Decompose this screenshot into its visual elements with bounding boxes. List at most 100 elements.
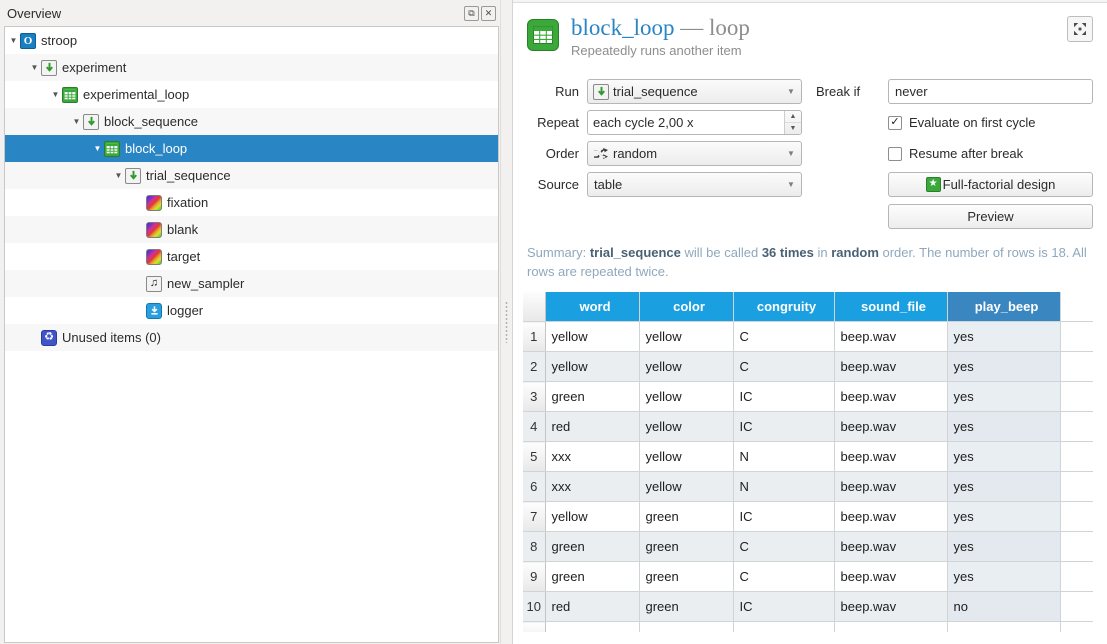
tree-item-new-sampler[interactable]: ♫ new_sampler — [5, 270, 498, 297]
table-row-number[interactable]: 7 — [523, 501, 546, 533]
table-cell-congruity[interactable]: IC — [733, 411, 835, 443]
table-cell-empty[interactable] — [1060, 441, 1093, 473]
table-cell-sound_file[interactable]: beep.wav — [834, 531, 948, 563]
tree-item-logger[interactable]: logger — [5, 297, 498, 324]
table-cell-empty[interactable] — [639, 621, 734, 632]
table-cell-empty[interactable] — [947, 621, 1061, 632]
evaluate-first-cycle-checkbox[interactable]: ✓ — [888, 115, 902, 130]
table-row[interactable]: 6 xxx yellow Nbeep.wav yes — [523, 471, 1093, 503]
table-row[interactable]: 8 green green Cbeep.wav yes — [523, 531, 1093, 563]
table-cell-color[interactable]: yellow — [639, 321, 734, 353]
tree-item-stroop[interactable]: ▼ Ostroop — [5, 27, 498, 54]
table-cell-word[interactable]: xxx — [545, 441, 640, 473]
table-cell-word[interactable]: yellow — [545, 351, 640, 383]
table-cell-sound_file[interactable]: beep.wav — [834, 501, 948, 533]
table-cell-sound_file[interactable]: beep.wav — [834, 591, 948, 623]
table-cell-congruity[interactable]: C — [733, 351, 835, 383]
table-row-number[interactable]: 1 — [523, 321, 546, 353]
table-cell-color[interactable]: green — [639, 561, 734, 593]
stepper-down-icon[interactable]: ▼ — [785, 123, 801, 134]
table-row-number[interactable]: 9 — [523, 561, 546, 593]
overview-tree[interactable]: ▼ Ostroop ▼ experiment ▼ experimental_loop ▼ bl… — [4, 26, 499, 643]
table-header-play_beep[interactable]: play_beep — [947, 291, 1061, 323]
table-row-number[interactable]: 8 — [523, 531, 546, 563]
chevron-down-icon[interactable]: ▼ — [28, 63, 41, 72]
table-row[interactable]: 7 yellow green IC beep.wav yes — [523, 501, 1093, 533]
table-header-congruity[interactable]: congruity — [733, 291, 835, 323]
order-combobox[interactable]: random ▼ — [587, 141, 802, 167]
table-corner-cell[interactable] — [523, 291, 546, 323]
panel-splitter[interactable] — [500, 0, 512, 644]
table-cell-sound_file[interactable]: beep.wav — [834, 321, 948, 353]
resume-after-break-row[interactable]: Resume after break — [816, 138, 1093, 169]
table-header-color[interactable]: color — [639, 291, 734, 323]
table-cell-empty[interactable] — [1060, 471, 1093, 503]
table-cell-empty[interactable] — [733, 621, 835, 632]
table-header-word[interactable]: word — [545, 291, 640, 323]
repeat-stepper[interactable]: each cycle 2,00 x ▲ ▼ — [587, 110, 802, 136]
repeat-stepper-arrows[interactable]: ▲ ▼ — [784, 111, 801, 135]
table-cell-color[interactable]: yellow — [639, 411, 734, 443]
table-cell-sound_file[interactable]: beep.wav — [834, 471, 948, 503]
table-header-empty[interactable] — [1060, 291, 1093, 323]
preview-button[interactable]: Preview — [888, 203, 1093, 229]
table-header-sound_file[interactable]: sound_file — [834, 291, 948, 323]
source-combobox[interactable]: table ▼ — [587, 172, 802, 198]
tree-item-experimental-loop[interactable]: ▼ experimental_loop — [5, 81, 498, 108]
table-row-number[interactable]: 4 — [523, 411, 546, 443]
table-cell-congruity[interactable]: N — [733, 441, 835, 473]
table-cell-empty[interactable] — [1060, 561, 1093, 593]
tree-item-block-loop[interactable]: ▼ block_loop — [5, 135, 498, 162]
table-cell-word[interactable]: yellow — [545, 321, 640, 353]
tree-item-fixation[interactable]: fixation — [5, 189, 498, 216]
table-row-number[interactable]: 6 — [523, 471, 546, 503]
table-cell-sound_file[interactable]: beep.wav — [834, 561, 948, 593]
table-cell-congruity[interactable]: N — [733, 471, 835, 503]
table-cell-word[interactable]: green — [545, 381, 640, 413]
chevron-down-icon[interactable]: ▼ — [91, 144, 104, 153]
close-icon[interactable]: ✕ — [481, 5, 496, 21]
table-cell-empty[interactable] — [834, 621, 948, 632]
table-cell-play_beep[interactable]: no — [947, 591, 1061, 623]
table-cell-play_beep[interactable]: yes — [947, 561, 1061, 593]
table-cell-play_beep[interactable]: yes — [947, 381, 1061, 413]
tree-item-trial-sequence[interactable]: ▼ trial_sequence — [5, 162, 498, 189]
loop-table-scroll-area[interactable]: word color congruity sound_file play_beep 1y… — [523, 291, 1093, 632]
chevron-down-icon[interactable]: ▼ — [7, 36, 20, 45]
table-cell-empty[interactable] — [1060, 321, 1093, 353]
table-cell-congruity[interactable]: IC — [733, 501, 835, 533]
table-cell-empty[interactable] — [1060, 351, 1093, 383]
table-row[interactable]: 5 xxx yellow Nbeep.wav yes — [523, 441, 1093, 473]
table-cell-color[interactable]: yellow — [639, 381, 734, 413]
table-cell-empty[interactable] — [1060, 591, 1093, 623]
table-row-number[interactable]: 5 — [523, 441, 546, 473]
table-cell-congruity[interactable]: IC — [733, 381, 835, 413]
table-cell-empty[interactable] — [1060, 381, 1093, 413]
tree-item-experiment[interactable]: ▼ experiment — [5, 54, 498, 81]
table-row[interactable]: 2 yellow yellow Cbeep.wav yes — [523, 351, 1093, 383]
run-combobox[interactable]: trial_sequence ▼ — [587, 79, 802, 105]
table-row[interactable]: 3 green yellow IC beep.wav yes — [523, 381, 1093, 413]
table-cell-play_beep[interactable]: yes — [947, 501, 1061, 533]
repeat-value[interactable]: each cycle 2,00 x — [588, 111, 784, 134]
table-row[interactable]: 10 red green IC beep.wav no — [523, 591, 1093, 623]
table-cell-congruity[interactable]: C — [733, 561, 835, 593]
table-cell-word[interactable]: red — [545, 591, 640, 623]
chevron-down-icon[interactable]: ▼ — [112, 171, 125, 180]
table-cell-play_beep[interactable]: yes — [947, 411, 1061, 443]
undock-icon[interactable]: ⧉ — [464, 5, 479, 21]
table-cell-word[interactable]: red — [545, 411, 640, 443]
table-cell-congruity[interactable]: C — [733, 321, 835, 353]
tree-item-target[interactable]: target — [5, 243, 498, 270]
table-cell-word[interactable]: green — [545, 561, 640, 593]
table-row[interactable]: 9 green green Cbeep.wav yes — [523, 561, 1093, 593]
table-cell-empty[interactable] — [1060, 411, 1093, 443]
table-row-number[interactable]: 10 — [523, 591, 546, 623]
chevron-down-icon[interactable]: ▼ — [70, 117, 83, 126]
table-row-number[interactable]: 3 — [523, 381, 546, 413]
table-cell-play_beep[interactable]: yes — [947, 351, 1061, 383]
tree-item-block-sequence[interactable]: ▼ block_sequence — [5, 108, 498, 135]
break-if-input[interactable]: never — [888, 79, 1093, 105]
table-row-number[interactable] — [523, 621, 546, 632]
full-factorial-design-button[interactable]: ★ Full-factorial design — [888, 171, 1093, 197]
